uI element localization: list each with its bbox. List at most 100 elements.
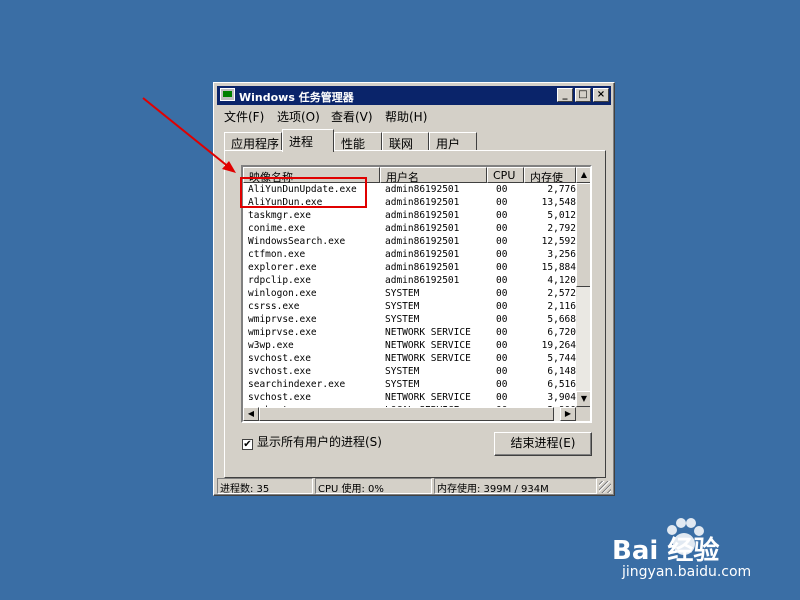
process-name: explorer.exe	[248, 262, 317, 273]
process-user: admin86192501	[385, 197, 460, 208]
table-row[interactable]: winlogon.exe SYSTEM 00 2,572	[243, 287, 576, 300]
column-memory[interactable]: 内存使	[524, 167, 576, 183]
process-user: NETWORK SERVICE	[385, 327, 471, 338]
process-memory: 19,264	[541, 340, 576, 351]
process-memory: 6,516	[547, 379, 576, 390]
process-user: NETWORK SERVICE	[385, 392, 471, 403]
process-memory: 5,744	[547, 353, 576, 364]
minimize-button[interactable]: _	[557, 88, 573, 102]
process-user: NETWORK SERVICE	[385, 340, 471, 351]
table-row[interactable]: explorer.exe admin86192501 00 15,884	[243, 261, 576, 274]
process-name: searchindexer.exe	[248, 379, 346, 390]
menu-file[interactable]: 文件(F)	[224, 108, 264, 125]
menu-help[interactable]: 帮助(H)	[385, 108, 427, 125]
process-user: SYSTEM	[385, 301, 420, 312]
process-cpu: 00	[496, 327, 508, 338]
resize-grip-icon[interactable]	[599, 481, 611, 493]
show-all-users-checkbox[interactable]: ✔	[242, 439, 253, 450]
table-row[interactable]: svchost.exe NETWORK SERVICE 00 3,904	[243, 391, 576, 404]
column-image-name[interactable]: 映像名称	[243, 167, 380, 183]
tab-processes[interactable]: 进程	[282, 129, 334, 152]
column-user-name[interactable]: 用户名	[380, 167, 487, 183]
process-name: AliYunDun.exe	[248, 197, 323, 208]
process-name: wmiprvse.exe	[248, 314, 317, 325]
close-button[interactable]: ×	[593, 88, 609, 102]
table-row[interactable]: svchost.exe NETWORK SERVICE 00 5,744	[243, 352, 576, 365]
scroll-down-arrow-icon[interactable]: ▼	[576, 391, 590, 407]
status-process-count: 进程数: 35	[217, 478, 313, 495]
process-list[interactable]: 映像名称 用户名 CPU 内存使 AliYunDunUpdate.exe admi…	[241, 165, 592, 423]
vertical-scrollbar[interactable]: ▲ ▼	[576, 167, 590, 407]
scroll-right-arrow-icon[interactable]: ▶	[560, 407, 576, 421]
process-user: admin86192501	[385, 236, 460, 247]
tab-applications[interactable]: 应用程序	[224, 132, 282, 151]
table-row[interactable]: wmiprvse.exe SYSTEM 00 5,668	[243, 313, 576, 326]
tab-networking[interactable]: 联网	[382, 132, 429, 151]
vertical-scroll-thumb[interactable]	[576, 183, 590, 287]
show-all-users-option[interactable]: ✔ 显示所有用户的进程(S)	[242, 433, 382, 450]
end-process-button[interactable]: 结束进程(E)	[494, 432, 592, 456]
process-rows: AliYunDunUpdate.exe admin86192501 00 2,776 A…	[243, 183, 576, 417]
process-cpu: 00	[496, 340, 508, 351]
process-cpu: 00	[496, 379, 508, 390]
process-memory: 2,792	[547, 223, 576, 234]
title-bar[interactable]: Windows 任务管理器 _ □ ×	[217, 86, 611, 105]
table-row[interactable]: rdpclip.exe admin86192501 00 4,120	[243, 274, 576, 287]
process-user: NETWORK SERVICE	[385, 353, 471, 364]
process-name: svchost.exe	[248, 392, 311, 403]
process-name: rdpclip.exe	[248, 275, 311, 286]
menu-view[interactable]: 查看(V)	[331, 108, 373, 125]
process-cpu: 00	[496, 184, 508, 195]
process-cpu: 00	[496, 288, 508, 299]
watermark-logo-text: Bai 经验	[612, 536, 720, 566]
list-header: 映像名称 用户名 CPU 内存使	[243, 167, 576, 183]
process-memory: 2,776	[547, 184, 576, 195]
scroll-left-arrow-icon[interactable]: ◀	[243, 407, 259, 421]
process-cpu: 00	[496, 197, 508, 208]
table-row[interactable]: w3wp.exe NETWORK SERVICE 00 19,264	[243, 339, 576, 352]
tab-users[interactable]: 用户	[429, 132, 477, 151]
window-title: Windows 任务管理器	[239, 91, 354, 104]
scroll-up-arrow-icon[interactable]: ▲	[576, 167, 590, 183]
process-memory: 6,720	[547, 327, 576, 338]
table-row[interactable]: searchindexer.exe SYSTEM 00 6,516	[243, 378, 576, 391]
process-user: admin86192501	[385, 210, 460, 221]
process-name: svchost.exe	[248, 366, 311, 377]
table-row[interactable]: conime.exe admin86192501 00 2,792	[243, 222, 576, 235]
process-user: admin86192501	[385, 262, 460, 273]
table-row[interactable]: WindowsSearch.exe admin86192501 00 12,592	[243, 235, 576, 248]
horizontal-scrollbar[interactable]: ◀ ▶	[243, 407, 576, 421]
maximize-button[interactable]: □	[575, 88, 591, 102]
process-user: admin86192501	[385, 249, 460, 260]
process-cpu: 00	[496, 262, 508, 273]
process-name: AliYunDunUpdate.exe	[248, 184, 357, 195]
process-memory: 15,884	[541, 262, 576, 273]
process-cpu: 00	[496, 301, 508, 312]
process-memory: 13,548	[541, 197, 576, 208]
table-row[interactable]: AliYunDun.exe admin86192501 00 13,548	[243, 196, 576, 209]
process-cpu: 00	[496, 353, 508, 364]
horizontal-scroll-thumb[interactable]	[259, 407, 554, 421]
table-row[interactable]: svchost.exe SYSTEM 00 6,148	[243, 365, 576, 378]
process-memory: 2,116	[547, 301, 576, 312]
process-memory: 5,012	[547, 210, 576, 221]
process-memory: 2,572	[547, 288, 576, 299]
process-user: admin86192501	[385, 275, 460, 286]
process-user: SYSTEM	[385, 314, 420, 325]
table-row[interactable]: wmiprvse.exe NETWORK SERVICE 00 6,720	[243, 326, 576, 339]
process-name: taskmgr.exe	[248, 210, 311, 221]
status-memory-usage: 内存使用: 399M / 934M	[434, 478, 597, 495]
table-row[interactable]: csrss.exe SYSTEM 00 2,116	[243, 300, 576, 313]
table-row[interactable]: taskmgr.exe admin86192501 00 5,012	[243, 209, 576, 222]
process-name: winlogon.exe	[248, 288, 317, 299]
tab-performance[interactable]: 性能	[334, 132, 382, 151]
menu-options[interactable]: 选项(O)	[277, 108, 320, 125]
table-row[interactable]: AliYunDunUpdate.exe admin86192501 00 2,776	[243, 183, 576, 196]
process-name: wmiprvse.exe	[248, 327, 317, 338]
status-bar: 进程数: 35 CPU 使用: 0% 内存使用: 399M / 934M	[217, 477, 611, 495]
table-row[interactable]: ctfmon.exe admin86192501 00 3,256	[243, 248, 576, 261]
process-user: admin86192501	[385, 223, 460, 234]
process-cpu: 00	[496, 366, 508, 377]
process-name: svchost.exe	[248, 353, 311, 364]
column-cpu[interactable]: CPU	[487, 167, 524, 183]
